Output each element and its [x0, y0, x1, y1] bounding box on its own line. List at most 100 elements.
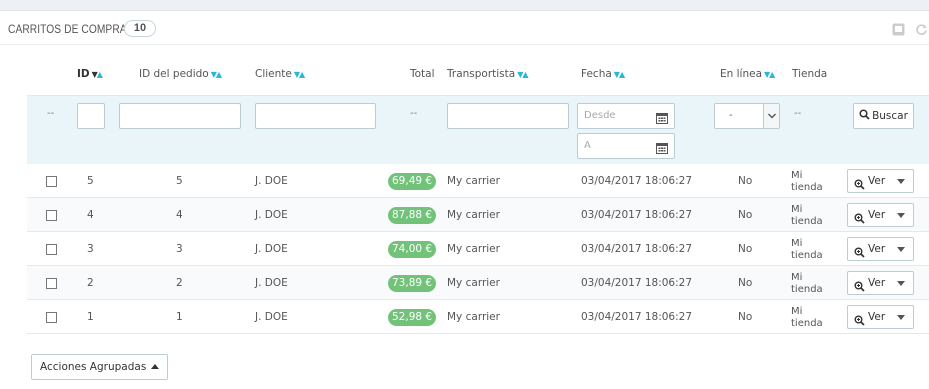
column-header-order-id[interactable]: ID del pedido ▼▲: [139, 68, 222, 80]
row-checkbox[interactable]: [46, 244, 57, 255]
table-row: 4 4 J. DOE 87,88 € My carrier 03/04/2017…: [27, 198, 929, 232]
column-header-shop: Tienda: [792, 68, 828, 80]
cell-shop: Mi tienda: [791, 170, 823, 193]
cell-order-id: 5: [176, 175, 183, 187]
bulk-actions-button[interactable]: Acciones Agrupadas: [31, 354, 169, 380]
cell-id: 1: [87, 311, 94, 323]
sort-arrows-icon[interactable]: ▼▲: [92, 70, 103, 79]
cell-carrier: My carrier: [447, 209, 500, 221]
caret-up-icon: [151, 364, 160, 369]
view-button[interactable]: Ver: [847, 169, 914, 193]
filter-carrier-input[interactable]: [447, 103, 569, 129]
column-header-carrier[interactable]: Transportista ▼▲: [447, 68, 529, 80]
cell-customer: J. DOE: [255, 209, 288, 221]
cell-order-id: 2: [176, 277, 183, 289]
view-button[interactable]: Ver: [847, 203, 914, 227]
cell-date: 03/04/2017 18:06:27: [581, 277, 693, 289]
cell-id: 4: [87, 209, 94, 221]
cell-customer: J. DOE: [255, 311, 288, 323]
filter-total-dash: --: [410, 108, 418, 119]
cell-carrier: My carrier: [447, 277, 500, 289]
zoom-in-icon: [854, 278, 865, 300]
view-button[interactable]: Ver: [847, 271, 914, 295]
cell-customer: J. DOE: [255, 175, 288, 187]
cell-id: 2: [87, 277, 94, 289]
calendar-icon[interactable]: [656, 140, 668, 154]
cell-online: No: [738, 243, 753, 255]
filter-id-input[interactable]: [77, 103, 105, 129]
column-header-customer[interactable]: Cliente ▼▲: [255, 68, 305, 80]
column-header-date[interactable]: Fecha ▼▲: [581, 68, 625, 80]
cell-carrier: My carrier: [447, 243, 500, 255]
total-price-badge: 69,49 €: [388, 173, 437, 190]
sort-arrows-icon[interactable]: ▼▲: [764, 70, 775, 79]
carts-panel: CARRITOS DE COMPRA 10 ID ▼▲ ID del pedido…: [0, 10, 929, 389]
table-row: 1 1 J. DOE 52,98 € My carrier 03/04/2017…: [27, 300, 929, 334]
cell-date: 03/04/2017 18:06:27: [581, 209, 693, 221]
filter-date-from-input[interactable]: Desde: [577, 103, 675, 129]
filter-shop-dash: --: [794, 108, 802, 119]
panel-header: CARRITOS DE COMPRA 10: [0, 11, 929, 45]
search-icon: [859, 109, 870, 120]
filter-order-id-input[interactable]: [119, 103, 241, 129]
zoom-in-icon: [854, 312, 865, 334]
column-header-id[interactable]: ID ▼▲: [77, 68, 103, 80]
cell-id: 3: [87, 243, 94, 255]
view-button[interactable]: Ver: [847, 237, 914, 261]
filter-customer-input[interactable]: [255, 103, 376, 129]
total-price-badge: 74,00 €: [388, 241, 437, 258]
table-row: 2 2 J. DOE 73,89 € My carrier 03/04/2017…: [27, 266, 929, 300]
view-button[interactable]: Ver: [847, 305, 914, 329]
cell-shop: Mi tienda: [791, 204, 823, 227]
cell-online: No: [738, 209, 753, 221]
sort-arrows-icon[interactable]: ▼▲: [294, 70, 305, 79]
cell-customer: J. DOE: [255, 277, 288, 289]
search-button[interactable]: Buscar: [853, 103, 914, 129]
chevron-down-icon: [763, 104, 779, 128]
cell-date: 03/04/2017 18:06:27: [581, 311, 693, 323]
column-header-online[interactable]: En línea ▼▲: [720, 68, 775, 80]
chevron-down-icon[interactable]: [897, 281, 905, 286]
cell-carrier: My carrier: [447, 311, 500, 323]
row-checkbox[interactable]: [46, 210, 57, 221]
table-row: 3 3 J. DOE 74,00 € My carrier 03/04/2017…: [27, 232, 929, 266]
chevron-down-icon[interactable]: [897, 213, 905, 218]
filter-date-to-input[interactable]: A: [577, 133, 675, 159]
sort-arrows-icon[interactable]: ▼▲: [211, 70, 222, 79]
cell-order-id: 4: [176, 209, 183, 221]
row-checkbox[interactable]: [46, 278, 57, 289]
calendar-icon[interactable]: [656, 110, 668, 124]
chevron-down-icon[interactable]: [897, 179, 905, 184]
export-icon[interactable]: [892, 23, 905, 36]
total-price-badge: 87,88 €: [388, 207, 437, 224]
cell-date: 03/04/2017 18:06:27: [581, 175, 693, 187]
filter-row: -- -- Desde A - -- Buscar: [27, 95, 929, 165]
filter-online-select[interactable]: -: [714, 103, 780, 129]
row-checkbox[interactable]: [46, 176, 57, 187]
cell-shop: Mi tienda: [791, 272, 823, 295]
cell-online: No: [738, 175, 753, 187]
cell-carrier: My carrier: [447, 175, 500, 187]
table-row: 5 5 J. DOE 69,49 € My carrier 03/04/2017…: [27, 164, 929, 198]
cell-id: 5: [87, 175, 94, 187]
chevron-down-icon[interactable]: [897, 247, 905, 252]
sort-arrows-icon[interactable]: ▼▲: [517, 70, 528, 79]
column-header-total: Total: [410, 68, 435, 80]
cart-count-badge: 10: [124, 20, 156, 37]
panel-title: CARRITOS DE COMPRA: [8, 22, 127, 36]
cell-customer: J. DOE: [255, 243, 288, 255]
cell-order-id: 1: [176, 311, 183, 323]
sort-arrows-icon[interactable]: ▼▲: [614, 70, 625, 79]
cell-shop: Mi tienda: [791, 306, 823, 329]
cell-date: 03/04/2017 18:06:27: [581, 243, 693, 255]
zoom-in-icon: [854, 244, 865, 266]
cell-order-id: 3: [176, 243, 183, 255]
refresh-icon[interactable]: [915, 23, 928, 36]
cell-online: No: [738, 311, 753, 323]
zoom-in-icon: [854, 210, 865, 232]
cell-shop: Mi tienda: [791, 238, 823, 261]
chevron-down-icon[interactable]: [897, 315, 905, 320]
filter-placeholder-dash: --: [47, 108, 55, 119]
zoom-in-icon: [854, 176, 865, 198]
row-checkbox[interactable]: [46, 312, 57, 323]
